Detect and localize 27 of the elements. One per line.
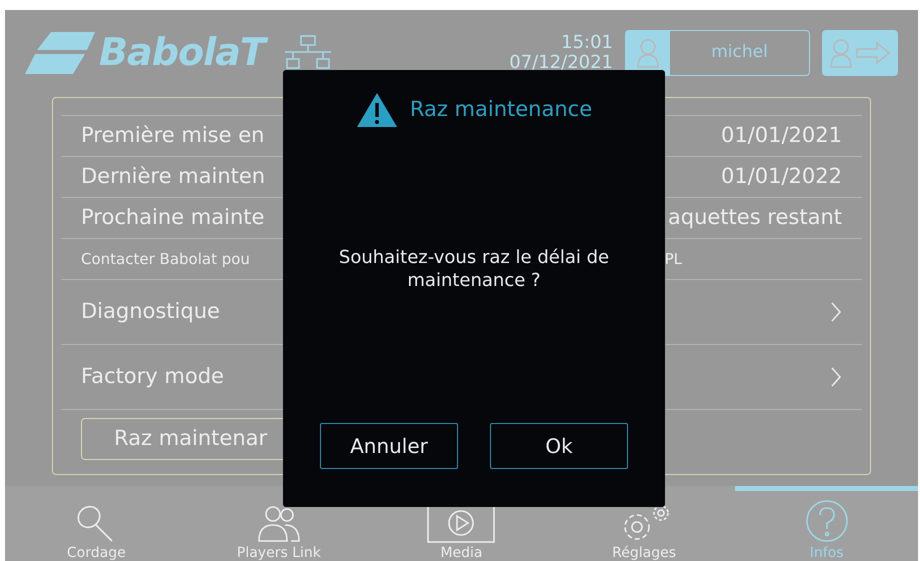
dialog-button[interactable]: Ok — [490, 423, 628, 469]
chevron-right-icon — [830, 366, 842, 388]
dialog-title: Raz maintenance — [410, 96, 592, 124]
help-icon — [804, 499, 849, 543]
info-label: Prochaine mainte — [81, 204, 264, 232]
info-label: Dernière mainten — [81, 163, 266, 190]
info-value: aquettes restant — [668, 204, 842, 232]
warning-icon — [356, 92, 398, 128]
nav-tab[interactable]: Réglages — [552, 486, 736, 561]
logo-stripes-icon — [25, 32, 95, 74]
user-name: michel — [710, 40, 769, 64]
clock-time: 15:01 — [561, 34, 613, 52]
chevron-right-icon — [830, 301, 842, 323]
nav-tab[interactable]: Cordage — [5, 486, 188, 561]
info-value: PL — [664, 248, 682, 270]
user-icon — [636, 38, 660, 68]
info-value: 01/01/2022 — [720, 163, 842, 190]
dialog-message: Souhaitez-vous raz le délai de maintenance ? — [338, 246, 610, 292]
dialog-button[interactable]: Annuler — [320, 423, 458, 469]
info-label: Première mise en — [81, 122, 264, 150]
info-value: 01/01/2021 — [720, 122, 842, 150]
nav-tab[interactable]: Infos — [735, 486, 918, 561]
logout-icon — [829, 38, 891, 68]
clock-date: 07/12/2021 — [509, 54, 613, 72]
logout-button[interactable] — [822, 30, 898, 76]
nav-tab[interactable]: Players Link — [188, 486, 370, 561]
info-note: Contacter Babolat pou — [81, 248, 250, 270]
